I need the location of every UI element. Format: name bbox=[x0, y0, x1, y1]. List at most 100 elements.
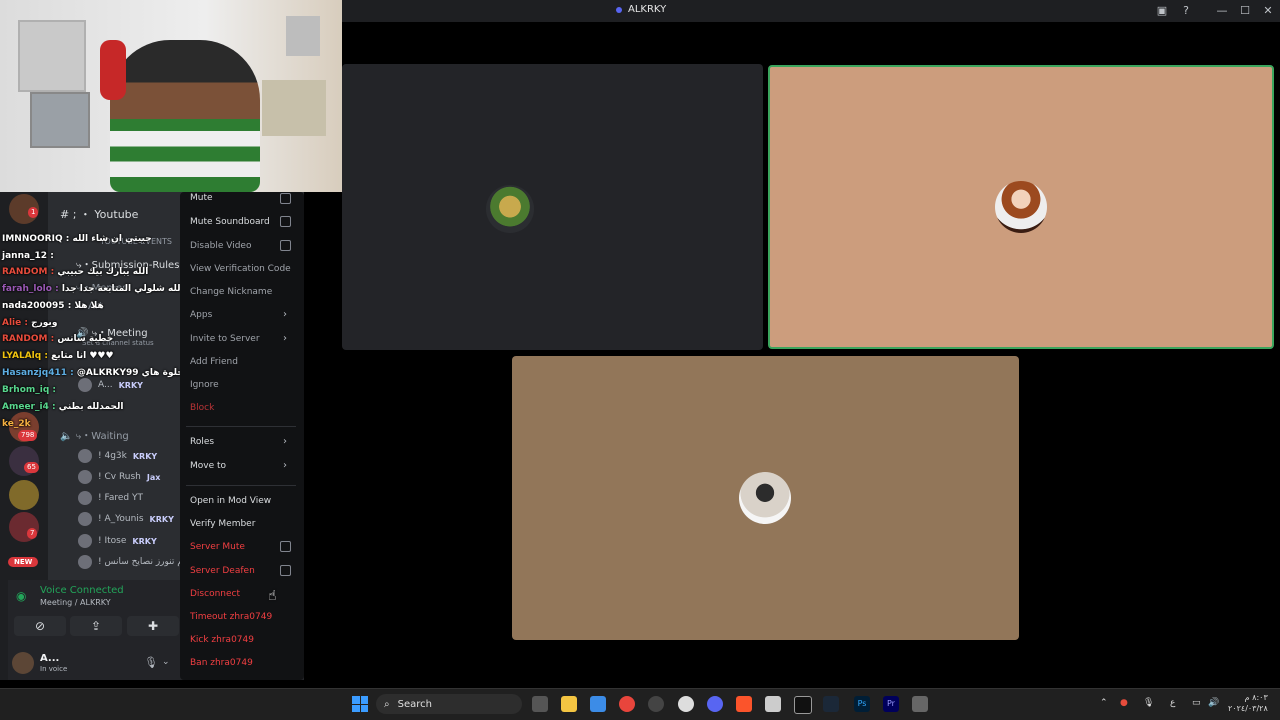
unread-badge: 65 bbox=[24, 462, 39, 473]
connection-icon[interactable]: ◉ bbox=[16, 589, 26, 603]
chevron-down-icon[interactable]: ⌄ bbox=[162, 657, 170, 667]
chat-line: LYALAlq : انا متابع ♥♥♥ bbox=[2, 351, 114, 361]
chat-line: Alie : وبورج bbox=[2, 318, 58, 328]
voice-member[interactable]: ! Itose KRKY bbox=[78, 534, 157, 548]
menu-item-add-friend[interactable]: Add Friend bbox=[190, 357, 238, 367]
microphone-icon[interactable]: 🎙 bbox=[1143, 698, 1154, 708]
disable-video-checkbox[interactable] bbox=[280, 240, 291, 251]
menu-item-apps[interactable]: Apps bbox=[190, 310, 212, 320]
voice-channel-waiting[interactable]: 🔈 ⤷・Waiting bbox=[60, 427, 129, 442]
voice-member[interactable]: ! Cv Rush Jax bbox=[78, 470, 160, 484]
menu-item-disconnect[interactable]: Disconnect bbox=[190, 589, 240, 599]
start-button[interactable] bbox=[352, 696, 368, 712]
photoshop-icon[interactable]: Ps bbox=[854, 696, 870, 712]
help-icon[interactable]: ? bbox=[1178, 3, 1194, 19]
close-button[interactable]: ✕ bbox=[1260, 3, 1276, 19]
server-icon[interactable] bbox=[9, 480, 39, 510]
store-icon[interactable] bbox=[590, 696, 606, 712]
menu-item-mute-soundboard[interactable]: Mute Soundboard bbox=[190, 217, 270, 227]
user-name[interactable]: A... bbox=[40, 653, 59, 664]
chrome-icon[interactable] bbox=[619, 696, 635, 712]
chevron-right-icon: › bbox=[283, 333, 287, 344]
minimize-button[interactable]: — bbox=[1214, 3, 1230, 19]
premiere-icon[interactable]: Pr bbox=[883, 696, 899, 712]
maximize-button[interactable]: ☐ bbox=[1237, 3, 1253, 19]
webcam-overlay bbox=[0, 0, 342, 192]
voice-connected-status[interactable]: Voice Connected bbox=[40, 585, 124, 596]
menu-item-server-mute[interactable]: Server Mute bbox=[190, 542, 245, 552]
app-icon[interactable] bbox=[765, 696, 781, 712]
wall-shelf bbox=[262, 80, 326, 136]
window-title: ALKRKY bbox=[616, 4, 666, 15]
mute-soundboard-checkbox[interactable] bbox=[280, 216, 291, 227]
mute-checkbox[interactable] bbox=[280, 193, 291, 204]
file-explorer-icon[interactable] bbox=[561, 696, 577, 712]
new-badge[interactable]: NEW bbox=[8, 557, 39, 567]
speaker-icon: 🔈 bbox=[60, 431, 73, 442]
microphone-icon[interactable]: 🎙 bbox=[144, 656, 158, 669]
screen-share-button[interactable]: ⇪ bbox=[70, 616, 122, 636]
voice-member[interactable]: A... KRKY bbox=[78, 378, 143, 392]
chat-line: nada200095 : هلا هلا bbox=[2, 301, 104, 311]
app-icon[interactable] bbox=[648, 696, 664, 712]
menu-item-timeout[interactable]: Timeout zhra0749 bbox=[190, 612, 272, 622]
avatar bbox=[78, 378, 92, 392]
channel-youtube[interactable]: # ; ・ Youtube bbox=[60, 206, 138, 222]
menu-item-view-verification-code[interactable]: View Verification Code bbox=[190, 264, 291, 274]
voice-member[interactable]: ! Fared YT bbox=[78, 491, 143, 505]
voice-location[interactable]: Meeting / ALKRKY bbox=[40, 598, 111, 607]
menu-item-block[interactable]: Block bbox=[190, 403, 214, 413]
clock[interactable]: ٨:٠٣ م ٢٠٢٤/٠٣/٢٨ bbox=[1228, 692, 1268, 714]
server-deafen-checkbox[interactable] bbox=[280, 565, 291, 576]
network-icon[interactable]: ▭ bbox=[1192, 698, 1201, 708]
discord-icon[interactable] bbox=[707, 696, 723, 712]
chevron-right-icon: › bbox=[283, 436, 287, 447]
menu-item-verify-member[interactable]: Verify Member bbox=[190, 519, 255, 529]
video-tile-user-1[interactable] bbox=[342, 64, 763, 350]
menu-separator bbox=[186, 426, 296, 427]
voice-member[interactable]: ! لم تنورز نصايح سانس bbox=[78, 555, 186, 569]
voice-member[interactable]: ! A_Younis KRKY bbox=[78, 512, 174, 526]
chevron-up-icon[interactable]: ⌃ bbox=[1100, 698, 1108, 708]
chevron-right-icon: › bbox=[283, 309, 287, 320]
menu-item-roles[interactable]: Roles bbox=[190, 437, 214, 447]
menu-item-mute[interactable]: Mute bbox=[190, 193, 213, 203]
menu-item-kick[interactable]: Kick zhra0749 bbox=[190, 635, 254, 645]
task-view-icon[interactable] bbox=[532, 696, 548, 712]
inbox-icon[interactable]: ▣ bbox=[1154, 3, 1170, 19]
app-icon[interactable] bbox=[912, 696, 928, 712]
menu-item-server-deafen[interactable]: Server Deafen bbox=[190, 566, 255, 576]
avatar[interactable] bbox=[12, 652, 34, 674]
menu-item-change-nickname[interactable]: Change Nickname bbox=[190, 287, 272, 297]
keyboard-language[interactable]: ع bbox=[1170, 698, 1175, 708]
menu-item-open-in-mod-view[interactable]: Open in Mod View bbox=[190, 496, 271, 506]
brave-icon[interactable] bbox=[736, 696, 752, 712]
server-mute-checkbox[interactable] bbox=[280, 541, 291, 552]
volume-icon[interactable]: 🔊 bbox=[1208, 698, 1219, 708]
avatar bbox=[486, 185, 534, 233]
steam-icon[interactable] bbox=[823, 696, 839, 712]
avatar bbox=[739, 472, 791, 524]
menu-item-ignore[interactable]: Ignore bbox=[190, 380, 219, 390]
chat-line: farah_lolo : حي الله شلولي المتابعة جدا … bbox=[2, 284, 203, 294]
chat-line: RANDOM : خطية سانس bbox=[2, 334, 114, 344]
avatar bbox=[78, 512, 92, 526]
capcut-icon[interactable] bbox=[794, 696, 812, 714]
menu-item-invite-to-server[interactable]: Invite to Server bbox=[190, 334, 260, 344]
chat-line: IMNNOORIQ : حبيتي ان شاء الله bbox=[2, 234, 152, 244]
menu-item-move-to[interactable]: Move to bbox=[190, 461, 226, 471]
voice-member[interactable]: ! 4g3k KRKY bbox=[78, 449, 157, 463]
avatar bbox=[78, 555, 92, 569]
menu-separator bbox=[186, 485, 296, 486]
wall-frame bbox=[18, 20, 86, 92]
taskbar-search[interactable]: ⌕ Search bbox=[376, 694, 522, 714]
menu-item-ban[interactable]: Ban zhra0749 bbox=[190, 658, 253, 668]
tray-app-icon[interactable]: ● bbox=[1120, 698, 1128, 708]
activities-button[interactable]: ✚ bbox=[127, 616, 179, 636]
steelseries-icon[interactable] bbox=[678, 696, 694, 712]
camera-off-button[interactable]: ⊘ bbox=[14, 616, 66, 636]
wall-frame bbox=[286, 16, 320, 56]
headset bbox=[100, 40, 126, 100]
menu-item-disable-video[interactable]: Disable Video bbox=[190, 241, 251, 251]
chat-line: janna_12 : bbox=[2, 251, 54, 261]
